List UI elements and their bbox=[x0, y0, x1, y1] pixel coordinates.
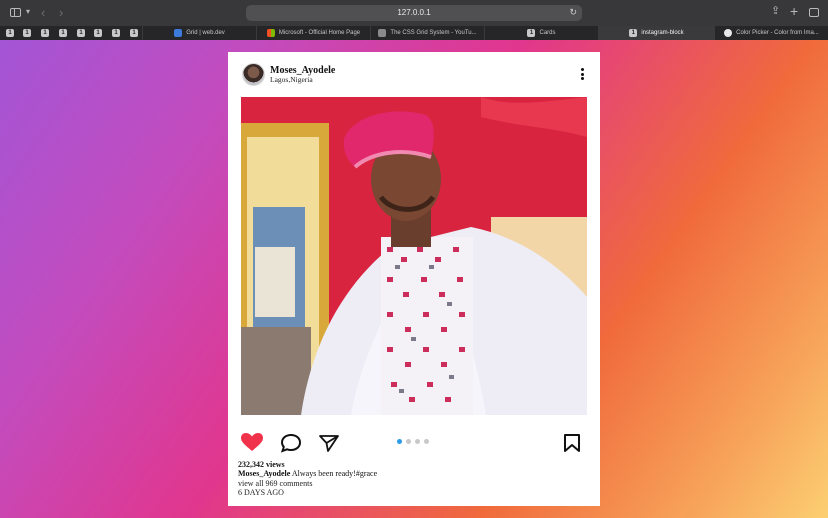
post-timestamp: 6 DAYS AGO bbox=[238, 488, 284, 497]
carousel-dot[interactable] bbox=[397, 439, 402, 444]
browser-toolbar: ▾ ‹ › 127.0.0.1 ↻ ⇪ + bbox=[0, 0, 828, 26]
tab-label: The CSS Grid System - YouTu... bbox=[390, 30, 477, 36]
pinned-tab[interactable]: 1 bbox=[6, 29, 14, 37]
view-comments-link[interactable]: view all 969 comments bbox=[238, 479, 312, 488]
views-count: 232,342 views bbox=[238, 460, 285, 469]
tab-overview-icon[interactable] bbox=[809, 8, 819, 17]
tab-label: Cards bbox=[539, 30, 556, 36]
share-icon[interactable]: ⇪ bbox=[771, 6, 780, 17]
post-caption: Moses_Ayodele Always been ready!#grace bbox=[238, 469, 377, 478]
tab-bar: 1 1 1 1 1 1 1 1 Grid | web.dev Microsoft… bbox=[0, 26, 828, 40]
caption-username[interactable]: Moses_Ayodele bbox=[238, 469, 290, 478]
grid-favicon-icon bbox=[174, 29, 183, 37]
new-tab-icon[interactable]: + bbox=[790, 4, 798, 18]
color-picker-favicon-icon bbox=[724, 29, 733, 37]
post-photo-illustration bbox=[241, 97, 587, 415]
tab-label: Microsoft - Official Home Page bbox=[278, 30, 361, 36]
avatar[interactable] bbox=[242, 63, 265, 86]
tab-color-picker[interactable]: Color Picker - Color from Ima... bbox=[714, 26, 828, 40]
tab-microsoft[interactable]: Microsoft - Official Home Page bbox=[256, 26, 370, 40]
bookmark-icon[interactable] bbox=[563, 433, 581, 453]
tab-label: Color Picker - Color from Ima... bbox=[736, 30, 819, 36]
chevron-down-icon[interactable]: ▾ bbox=[26, 8, 30, 16]
pinned-tab[interactable]: 1 bbox=[112, 29, 120, 37]
carousel-indicator bbox=[397, 439, 429, 444]
page-favicon-icon: 1 bbox=[527, 29, 536, 37]
comment-icon[interactable] bbox=[280, 433, 302, 453]
more-options-icon[interactable] bbox=[581, 68, 585, 81]
tab-label: Grid | web.dev bbox=[186, 30, 225, 36]
caption-text: Always been ready!#grace bbox=[291, 469, 378, 478]
tab-grid-webdev[interactable]: Grid | web.dev bbox=[142, 26, 256, 40]
pinned-tab[interactable]: 1 bbox=[77, 29, 85, 37]
tab-instagram-block[interactable]: 1 instagram-block bbox=[598, 26, 714, 40]
back-icon[interactable]: ‹ bbox=[41, 6, 45, 19]
sidebar-toggle-icon[interactable] bbox=[10, 8, 21, 17]
carousel-dot[interactable] bbox=[406, 439, 411, 444]
page-background: Moses_Ayodele Lagos,Nigeria 232,342 view… bbox=[0, 40, 828, 518]
forward-icon[interactable]: › bbox=[59, 6, 63, 19]
microsoft-favicon-icon bbox=[266, 29, 275, 37]
send-icon[interactable] bbox=[318, 433, 340, 453]
address-text: 127.0.0.1 bbox=[397, 8, 431, 17]
post-location[interactable]: Lagos,Nigeria bbox=[270, 75, 313, 84]
pinned-tab[interactable]: 1 bbox=[23, 29, 31, 37]
reload-icon[interactable]: ↻ bbox=[569, 7, 577, 18]
address-bar[interactable]: 127.0.0.1 ↻ bbox=[246, 5, 582, 21]
instagram-post-card: Moses_Ayodele Lagos,Nigeria 232,342 view… bbox=[228, 52, 600, 506]
pinned-tab[interactable]: 1 bbox=[41, 29, 49, 37]
heart-icon[interactable] bbox=[240, 432, 264, 452]
carousel-dot[interactable] bbox=[424, 439, 429, 444]
tab-css-grid-youtube[interactable]: The CSS Grid System - YouTu... bbox=[370, 26, 484, 40]
carousel-dot[interactable] bbox=[415, 439, 420, 444]
pinned-tab[interactable]: 1 bbox=[94, 29, 102, 37]
page-favicon-icon: 1 bbox=[629, 29, 638, 37]
pinned-tab[interactable]: 1 bbox=[130, 29, 138, 37]
post-photo[interactable] bbox=[241, 97, 587, 415]
tab-label: instagram-block bbox=[641, 30, 684, 36]
video-favicon-icon bbox=[378, 29, 387, 37]
pinned-tab[interactable]: 1 bbox=[59, 29, 67, 37]
tab-cards[interactable]: 1 Cards bbox=[484, 26, 598, 40]
